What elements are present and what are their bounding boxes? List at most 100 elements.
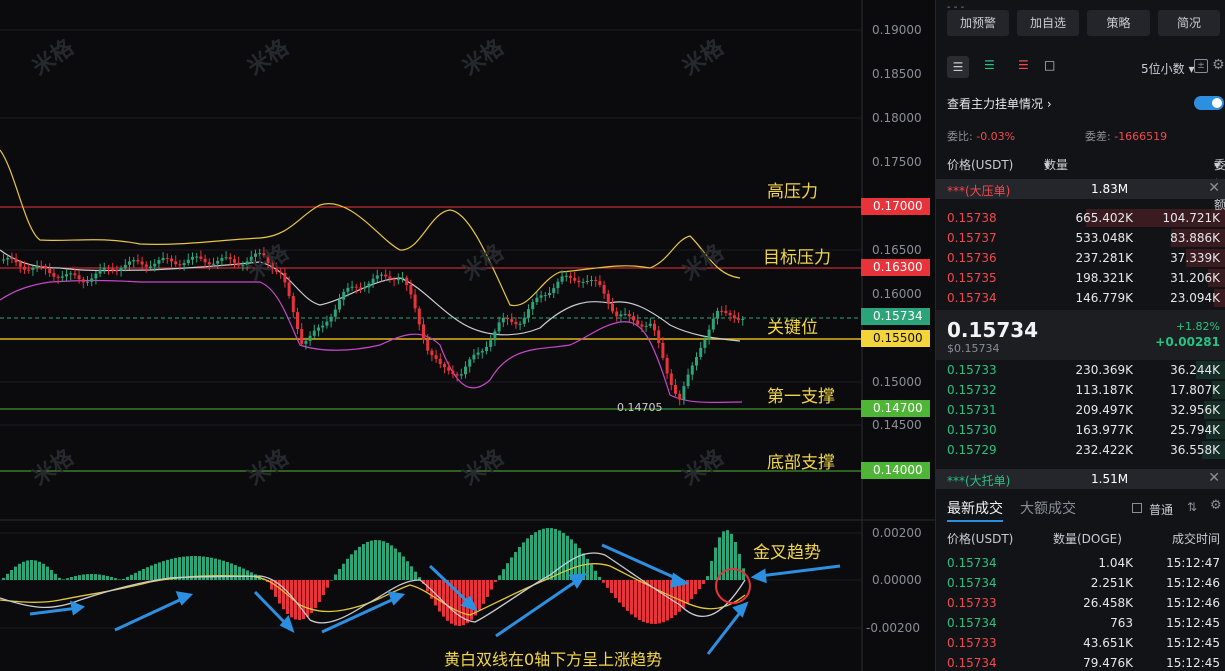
big-ask-row[interactable]: ***(大压单) 1.83M ✕	[936, 179, 1225, 199]
macd-bar	[398, 552, 401, 580]
wei-bi: 委比: -0.03%	[947, 130, 1016, 143]
row-qty: 146.779K	[1075, 291, 1134, 305]
candle-body	[14, 258, 18, 263]
ask-row[interactable]: 0.15736 237.281K 37.339K	[936, 248, 1225, 268]
trade-qty: 79.476K	[1083, 656, 1133, 670]
trades-header: 价格(USDT) 数量(DOGE) 成交时间	[947, 532, 1220, 546]
row-amount: 36.558K	[1170, 443, 1220, 457]
ask-row[interactable]: 0.15738 665.402K 104.721K	[936, 208, 1225, 228]
settings-icon[interactable]: ⚙	[1210, 498, 1222, 513]
macd-bar	[82, 574, 85, 580]
macd-bar	[394, 548, 397, 580]
candle-body	[199, 256, 203, 259]
candle-body	[178, 264, 182, 266]
trade-row[interactable]: 0.15734 1.04K 15:12:47	[936, 553, 1225, 573]
ask-row[interactable]: 0.15737 533.048K 83.886K	[936, 228, 1225, 248]
trade-time: 15:12:45	[1166, 616, 1220, 630]
candle-body	[581, 281, 585, 283]
candle-body	[627, 313, 631, 317]
macd-bar	[62, 579, 65, 580]
candle-body	[632, 316, 635, 321]
bid-row[interactable]: 0.15730 163.977K 25.794K	[936, 420, 1225, 440]
big-bid-row[interactable]: ***(大托单) 1.51M ✕	[936, 469, 1225, 489]
macd-bar	[30, 560, 33, 580]
plus-minus-icon[interactable]: ±	[1194, 59, 1208, 73]
label-high-pressure: 高压力	[767, 182, 818, 202]
tab-large-trades[interactable]: 大额成交	[1020, 498, 1076, 518]
row-amount: 83.886K	[1170, 231, 1220, 245]
close-icon[interactable]: ✕	[1208, 180, 1220, 196]
main-orders-link[interactable]: 查看主力挂单情况 ›	[947, 95, 1052, 112]
trade-time: 15:12:45	[1166, 656, 1220, 670]
bid-row[interactable]: 0.15731 209.497K 32.956K	[936, 400, 1225, 420]
macd-bar	[638, 580, 641, 620]
candle-body	[237, 262, 241, 266]
ask-row[interactable]: 0.15734 146.779K 23.094K	[936, 288, 1225, 308]
trade-row[interactable]: 0.15734 79.476K 15:12:45	[936, 653, 1225, 671]
macd-bar	[654, 580, 657, 624]
candle-body	[174, 261, 178, 265]
add-watchlist-button[interactable]: 加自选	[1017, 10, 1079, 36]
candle-body	[602, 284, 606, 294]
macd-bar	[598, 576, 601, 580]
macd-bar	[118, 579, 121, 580]
bid-row[interactable]: 0.15729 232.422K 36.558K	[936, 440, 1225, 460]
candle-body	[94, 273, 98, 279]
ask-row[interactable]: 0.15735 198.321K 31.206K	[936, 268, 1225, 288]
candle-body	[598, 281, 602, 285]
candle-body	[611, 303, 614, 312]
candle-body	[468, 359, 472, 367]
macd-bar	[374, 540, 377, 580]
price-tag-high: 0.17000	[861, 198, 930, 215]
add-alert-button[interactable]: 加预警	[947, 10, 1009, 36]
bid-row[interactable]: 0.15733 230.369K 36.244K	[936, 360, 1225, 380]
price-tag-support1: 0.14700	[861, 400, 930, 417]
macd-bar	[6, 573, 9, 580]
overview-button[interactable]: 简况	[1158, 10, 1220, 36]
candle-body	[321, 325, 325, 328]
trade-row[interactable]: 0.15734 763 15:12:45	[936, 613, 1225, 633]
sort-icon[interactable]: ⇅	[1187, 500, 1197, 514]
trade-row[interactable]: 0.15733 43.651K 15:12:45	[936, 633, 1225, 653]
macd-axis-tick: -0.00200	[866, 621, 920, 635]
candle-body	[644, 325, 648, 327]
row-price: 0.15735	[947, 271, 997, 285]
price-chart[interactable]: 米格 米格 米格 米格 米格 米格 米格 米格 米格 米格 米格 高压力 目标压…	[0, 0, 935, 671]
candle-body	[623, 313, 627, 315]
trade-row[interactable]: 0.15733 26.458K 15:12:46	[936, 593, 1225, 613]
candle-body	[375, 275, 379, 279]
orderbook-bids-icon[interactable]: ☰	[984, 58, 995, 72]
decimal-select[interactable]: 5位小数 ▾	[1141, 60, 1195, 77]
macd-bar	[98, 574, 101, 580]
expand-icon[interactable]: □	[1044, 58, 1055, 72]
candle-body	[413, 294, 417, 309]
strategy-button[interactable]: 策略	[1087, 10, 1150, 36]
macd-bar	[358, 546, 361, 580]
trade-row[interactable]: 0.15734 2.251K 15:12:46	[936, 573, 1225, 593]
orderbook-asks-icon[interactable]: ☰	[1018, 58, 1029, 72]
candle-body	[640, 324, 644, 327]
candle-body	[182, 263, 186, 266]
macd-bar	[630, 580, 633, 615]
macd-bar	[666, 580, 669, 621]
main-orders-toggle[interactable]	[1194, 96, 1224, 110]
macd-bar	[346, 558, 349, 580]
tab-latest-trades[interactable]: 最新成交	[947, 498, 1003, 518]
row-amount: 31.206K	[1170, 271, 1220, 285]
macd-bar	[66, 578, 69, 580]
close-icon[interactable]: ✕	[1208, 470, 1220, 486]
settings-icon[interactable]: ⚙	[1212, 57, 1225, 73]
normal-checkbox[interactable]	[1132, 503, 1142, 513]
price-tag-target: 0.16300	[861, 259, 930, 276]
row-qty: 237.281K	[1075, 251, 1134, 265]
macd-bar	[142, 568, 145, 580]
candle-body	[119, 268, 123, 271]
macd-bar	[334, 574, 337, 580]
bid-row[interactable]: 0.15732 113.187K 17.807K	[936, 380, 1225, 400]
orderbook-both-icon[interactable]: ☰	[947, 56, 969, 78]
macd-bar	[402, 556, 405, 580]
candle-body	[149, 266, 152, 268]
candle-body	[514, 322, 518, 325]
candle-body	[648, 323, 652, 326]
row-price: 0.15733	[947, 363, 997, 377]
